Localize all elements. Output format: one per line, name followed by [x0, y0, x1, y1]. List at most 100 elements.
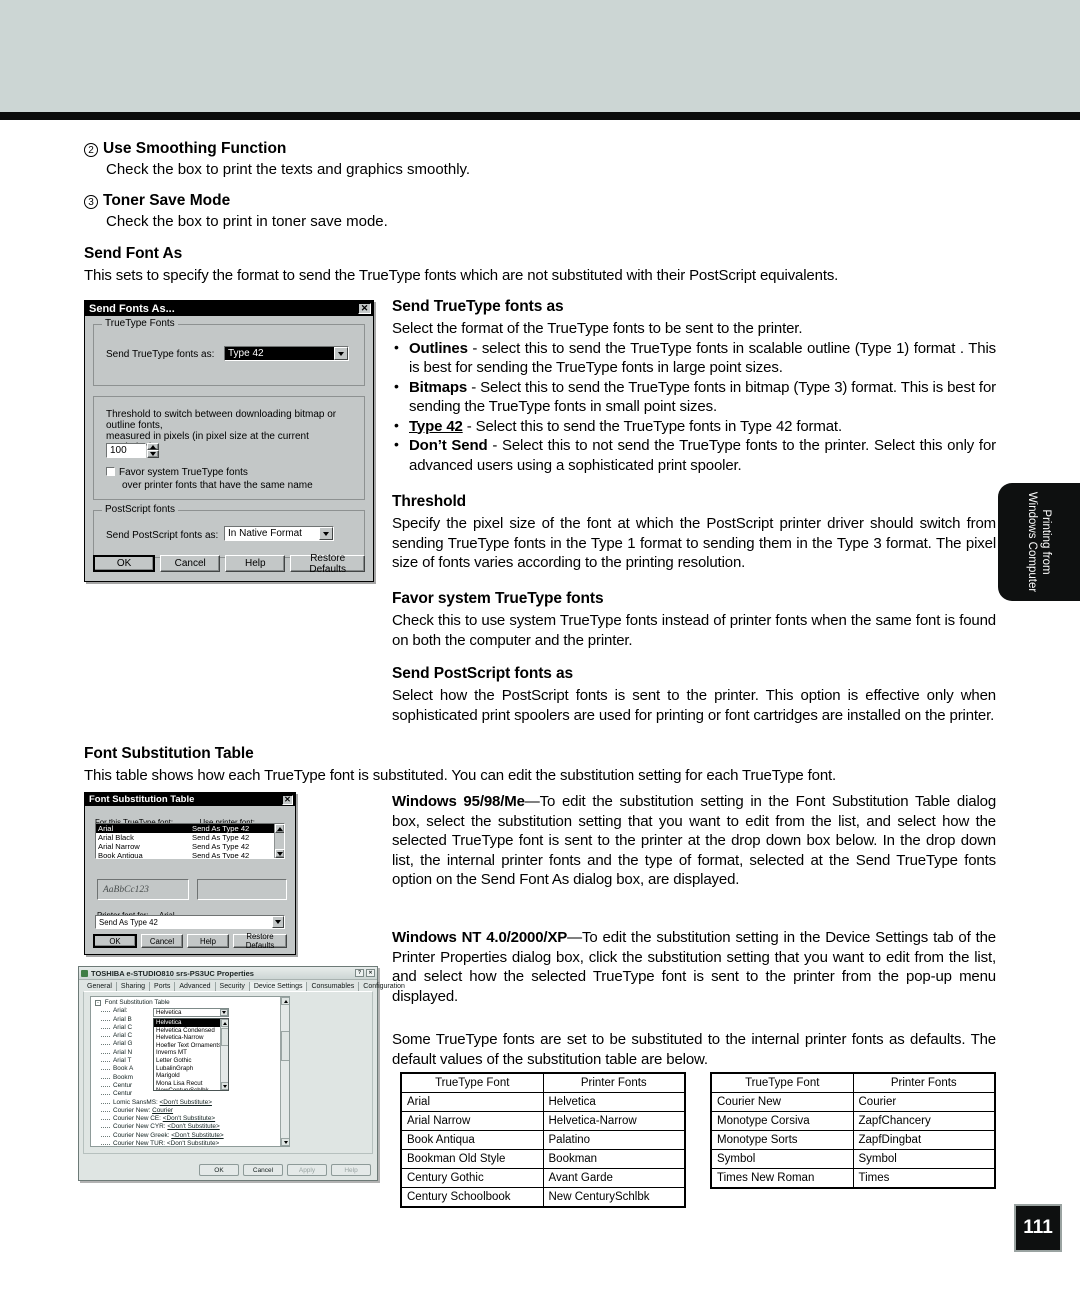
tab-advanced[interactable]: Advanced [175, 982, 216, 991]
tree-row-value[interactable]: <Don't Substitute> [171, 1132, 223, 1139]
truetype-font-name: Arial Narrow [98, 842, 140, 851]
table-row: Arial Helvetica [401, 1092, 685, 1112]
cell-truetype: Book Antiqua [401, 1130, 544, 1150]
chevron-down-icon[interactable] [319, 527, 333, 540]
menu-item[interactable]: Hoefler Text Ornaments [154, 1042, 228, 1050]
tree-row-value[interactable]: <Don't Substitute> [160, 1099, 212, 1106]
tree-row-value[interactable]: <Don't Substitute> [163, 1115, 215, 1122]
bullet-rest: - select this to send the TrueType fonts… [409, 339, 996, 377]
close-icon[interactable]: ✕ [366, 969, 375, 977]
truetype-fonts-group: TrueType Fonts Send TrueType fonts as: T… [93, 318, 365, 386]
threshold-body: Specify the pixel size of the font at wh… [392, 515, 996, 571]
ok-button[interactable]: OK [93, 934, 137, 948]
threshold-spinner-input[interactable]: 100 [106, 443, 146, 458]
table-row: Book Antiqua Palatino [401, 1130, 685, 1150]
substitution-table-right: TrueType Font Printer Fonts Courier New C… [710, 1072, 996, 1189]
font-substitution-list[interactable]: Arial Send As Type 42 Arial Black Send A… [95, 823, 285, 859]
list-item[interactable]: Arial Black Send As Type 42 [96, 833, 284, 842]
menu-item[interactable]: Helvetica-Narrow [154, 1034, 228, 1042]
cancel-button[interactable]: Cancel [243, 1164, 283, 1176]
tab-consumables[interactable]: Consumables [307, 982, 360, 991]
tree-row[interactable]: Courier New TUR: <Don't Substitute> [91, 1140, 289, 1146]
tab-sharing[interactable]: Sharing [117, 982, 151, 991]
printer-font-combo[interactable]: Send As Type 42 [95, 915, 285, 929]
menu-item[interactable]: Helvetica [154, 1019, 228, 1027]
menu-item[interactable]: Inverns MT [154, 1049, 228, 1057]
tree-row[interactable]: Courier New: Courier [91, 1107, 289, 1115]
tree-row[interactable]: Lomic SansMS: <Don't Substitute> [91, 1099, 289, 1107]
tab-ports[interactable]: Ports [150, 982, 176, 991]
send-truetype-label: Send TrueType fonts as: [106, 349, 215, 360]
scroll-down-icon[interactable] [275, 849, 284, 858]
menu-item[interactable]: LubalinGraph [154, 1065, 228, 1073]
tree-row[interactable]: Courier New CYR: <Don't Substitute> [91, 1123, 289, 1131]
favor-system-checkbox-row[interactable]: Favor system TrueType fonts [106, 467, 248, 478]
close-icon[interactable]: ✕ [282, 794, 293, 805]
font-substitution-heading: Font Substitution Table [84, 745, 254, 762]
restore-defaults-button[interactable]: Restore Defaults [233, 932, 287, 950]
chevron-down-icon[interactable] [334, 347, 348, 360]
send-fonts-as-dialog[interactable]: Send Fonts As... ✕ TrueType Fonts Send T… [84, 300, 374, 582]
font-substitution-table-dialog[interactable]: Font Substitution Table ✕ For this TrueT… [84, 792, 296, 955]
help-button[interactable]: Help [187, 934, 229, 948]
font-substitution-combo-value: Helvetica [156, 1009, 182, 1016]
font-substitution-tree[interactable]: - Font Substitution Table Arial: Arial B… [90, 996, 290, 1147]
font-substitution-body: This table shows how each TrueType font … [84, 767, 837, 784]
expand-collapse-icon[interactable]: - [95, 1000, 101, 1006]
menu-item[interactable]: NewCenturySchlbk [154, 1087, 228, 1090]
scrollbar-thumb[interactable] [221, 1028, 228, 1046]
popup-scrollbar[interactable] [220, 1019, 228, 1090]
list-item[interactable]: Arial Narrow Send As Type 42 [96, 842, 284, 851]
menu-item[interactable]: Mona Lisa Recut [154, 1080, 228, 1088]
font-substitution-combo[interactable]: Helvetica [153, 1008, 229, 1017]
tab-general[interactable]: General [83, 982, 117, 991]
tree-row-value[interactable]: Courier [152, 1107, 173, 1114]
send-truetype-combo[interactable]: Type 42 [224, 346, 349, 361]
tree-row[interactable]: Centur [91, 1090, 289, 1098]
menu-item[interactable]: Marigold [154, 1072, 228, 1080]
cell-printer: Bookman [542, 1149, 685, 1169]
tree-row[interactable]: Courier New CE: <Don't Substitute> [91, 1115, 289, 1123]
stepper-up-icon[interactable] [147, 443, 159, 450]
tree-row-value[interactable]: <Don't Substitute> [167, 1140, 219, 1146]
table-row: Bookman Old Style Bookman [401, 1149, 685, 1169]
tab-configuration[interactable]: Configuration [359, 982, 409, 991]
printer-properties-dialog[interactable]: TOSHIBA e-STUDIO810 srs-PS3UC Properties… [78, 966, 405, 1181]
font-sample-text: AaBbCc123 [103, 884, 149, 895]
menu-item[interactable]: Helvetica Condensed [154, 1027, 228, 1035]
tree-scrollbar[interactable] [280, 997, 289, 1146]
scrollbar-thumb[interactable] [281, 1031, 289, 1061]
tree-row[interactable]: Courier New Greek: <Don't Substitute> [91, 1132, 289, 1140]
list-scrollbar[interactable] [274, 824, 284, 858]
send-postscript-section: Send PostScript fonts as Select how the … [392, 665, 996, 725]
tree-row-value[interactable]: <Don't Substitute> [167, 1123, 219, 1130]
scroll-up-icon[interactable] [281, 997, 289, 1005]
tree-root-row[interactable]: - Font Substitution Table [91, 997, 289, 1007]
menu-item[interactable]: Letter Gothic [154, 1057, 228, 1065]
scroll-down-icon[interactable] [221, 1082, 228, 1090]
send-postscript-label: Send PostScript fonts as: [106, 530, 219, 541]
stepper-down-icon[interactable] [147, 450, 159, 458]
quantity-stepper[interactable] [147, 443, 159, 458]
help-button[interactable]: Help [225, 555, 286, 572]
favor-system-checkbox[interactable] [106, 467, 115, 476]
scroll-down-icon[interactable] [281, 1138, 289, 1146]
font-substitution-popup-list[interactable]: Helvetica Helvetica Condensed Helvetica-… [153, 1018, 229, 1091]
list-item[interactable]: Arial Send As Type 42 [96, 824, 284, 833]
send-font-as-heading: Send Font As [84, 245, 183, 262]
help-titlebar-icon[interactable]: ? [355, 969, 364, 977]
send-postscript-combo[interactable]: In Native Format [224, 526, 334, 541]
scroll-up-icon[interactable] [275, 824, 284, 833]
tab-security[interactable]: Security [216, 982, 250, 991]
scroll-up-icon[interactable] [221, 1019, 228, 1027]
restore-defaults-button[interactable]: Restore Defaults [290, 553, 366, 575]
chevron-down-icon[interactable] [220, 1009, 228, 1016]
ok-button[interactable]: OK [93, 555, 156, 572]
close-icon[interactable]: ✕ [358, 303, 371, 314]
ok-button[interactable]: OK [199, 1164, 239, 1176]
tab-device-settings[interactable]: Device Settings [249, 982, 308, 991]
chevron-down-icon[interactable] [272, 916, 284, 928]
cancel-button[interactable]: Cancel [141, 934, 183, 948]
list-item[interactable]: Book Antiqua Send As Type 42 [96, 851, 284, 858]
cancel-button[interactable]: Cancel [160, 555, 221, 572]
